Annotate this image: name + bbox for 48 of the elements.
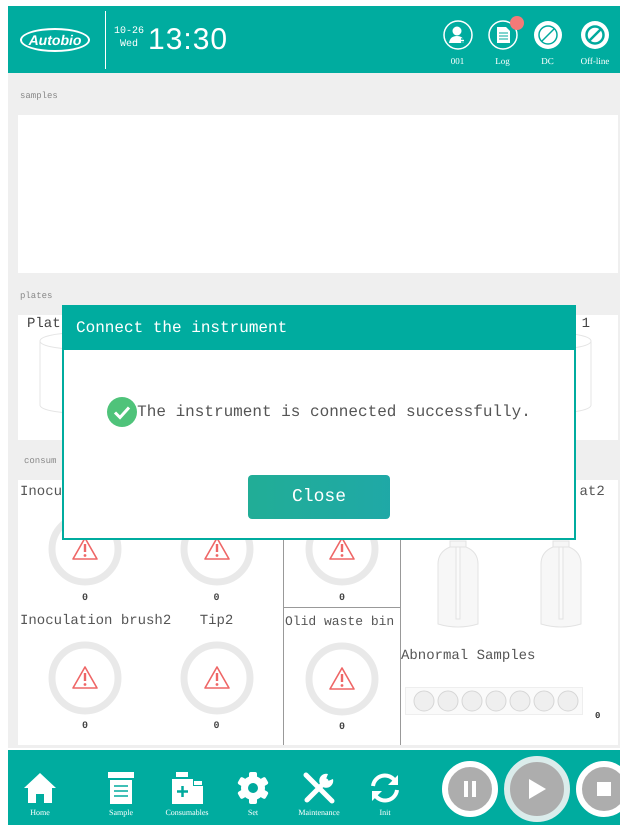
consumable-label: Inocu [20,484,62,500]
clock-time: 13:30 [148,22,228,56]
consumable-label: Inoculation brush2 [20,613,172,629]
user-icon[interactable] [442,20,472,50]
dialog-message: The instrument is connected successfully. [137,403,531,421]
status-label: 001 [450,56,464,66]
play-icon [528,778,546,798]
nav-button[interactable]: Maintenance [286,760,352,816]
section-label: plates [20,291,52,301]
count-text: 0 [213,721,220,732]
abnormal-samples-label: Abnormal Samples [401,648,536,664]
close-button[interactable]: Close [248,475,390,519]
count-text: 0 [213,593,220,604]
logo: Autobio [20,28,90,52]
home-icon [23,770,57,804]
nav-button[interactable]: Consumables [154,760,220,816]
dialog-title: Connect the instrument [76,319,288,337]
nav-button[interactable]: Init [352,760,418,816]
nav-button[interactable]: Set [220,760,286,816]
disconnected-icon[interactable] [532,20,562,50]
settings-icon [236,770,270,804]
plate-label: Plat [27,316,61,332]
status-label: Off-line [580,56,610,66]
status-label: Log [495,56,510,66]
plate-label: 1 [582,316,590,332]
count-text: 0 [338,593,345,604]
section-label: consum [24,456,56,466]
count-text: 0 [82,721,88,732]
refresh-icon [368,770,402,804]
stop-button[interactable] [576,760,620,816]
offline-icon[interactable] [580,20,610,50]
nav-button[interactable]: Home [20,760,60,816]
count-text: 0 [338,722,345,733]
nav-button[interactable]: Sample [88,760,154,816]
document-icon[interactable] [488,20,518,50]
check-icon [107,397,138,427]
medicine-bottles-icon [170,770,204,804]
weekday-text: Wed [120,38,138,50]
consumable-label: Olid waste bin [285,614,394,629]
status-label: DC [541,56,554,66]
tools-icon [302,770,336,804]
date-text: 10-26 [114,24,144,38]
reagent-label: at2 [580,484,605,500]
count-text: 0 [82,593,88,604]
section-label: samples [20,91,58,101]
count-text: 0 [595,711,600,721]
pause-icon [463,780,477,796]
stop-icon [597,782,611,796]
